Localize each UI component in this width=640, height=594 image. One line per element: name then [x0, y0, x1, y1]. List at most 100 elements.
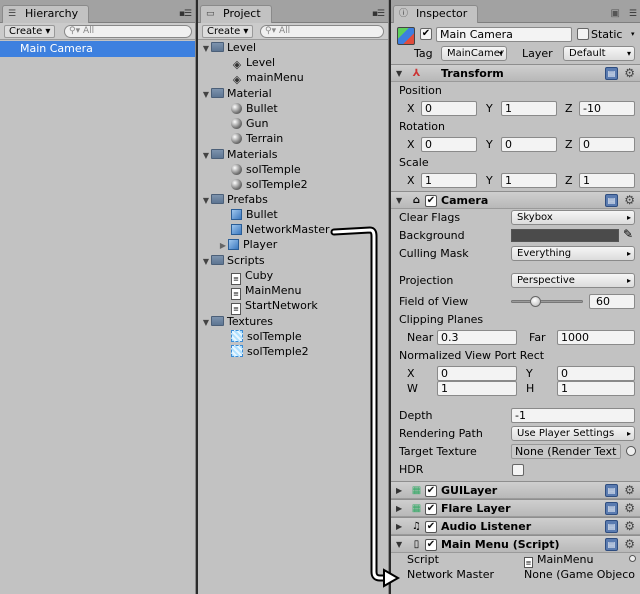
hierarchy-search-input[interactable]: ⚲▾ All — [64, 25, 192, 38]
folder-level[interactable]: ▼ Level — [198, 40, 388, 56]
near-field[interactable]: 0.3 — [437, 330, 517, 345]
folder-material[interactable]: ▼ Material — [198, 86, 388, 102]
position-y-field[interactable]: 1 — [501, 101, 557, 116]
help-book-icon[interactable]: ▤ — [605, 520, 618, 533]
scale-y-field[interactable]: 1 — [501, 173, 557, 188]
transform-header[interactable]: ▼ ⅄ Transform ▤ ⚙ — [391, 64, 640, 82]
help-book-icon[interactable]: ▤ — [605, 194, 618, 207]
list-item[interactable]: ◈ Level — [198, 55, 388, 71]
list-item[interactable]: Bullet — [198, 101, 388, 117]
list-item[interactable]: NetworkMaster — [198, 222, 388, 238]
clear-flags-dropdown[interactable]: Skybox ▸ — [511, 210, 635, 225]
tag-dropdown[interactable]: MainCamer ▾ — [441, 46, 507, 61]
fov-slider-track[interactable] — [511, 300, 583, 303]
list-item[interactable]: ◈ mainMenu — [198, 70, 388, 86]
gear-icon[interactable]: ⚙ — [624, 65, 635, 82]
list-item[interactable]: ▶ Player — [198, 237, 388, 253]
flarelayer-header[interactable]: ▶ ▦ ✔ Flare Layer ▤ ⚙ — [391, 499, 640, 517]
help-book-icon[interactable]: ▤ — [605, 502, 618, 515]
layer-dropdown[interactable]: Default ▾ — [563, 46, 635, 61]
camera-header[interactable]: ▼ ⌂ ✔ Camera ▤ ⚙ — [391, 191, 640, 209]
network-master-field[interactable]: None (Game Objeco — [524, 567, 635, 582]
guilayer-enabled-checkbox[interactable]: ✔ — [425, 485, 437, 497]
project-search-input[interactable]: ⚲▾ All — [260, 25, 384, 38]
viewport-x-field[interactable]: 0 — [437, 366, 517, 381]
foldout-arrow-icon[interactable]: ▶ — [396, 518, 402, 535]
folder-materials[interactable]: ▼ Materials — [198, 147, 388, 163]
static-dropdown-icon[interactable]: ▾ — [631, 30, 635, 38]
list-item[interactable]: ≡ MainMenu — [198, 283, 388, 300]
gear-icon[interactable]: ⚙ — [624, 500, 635, 517]
scale-x-field[interactable]: 1 — [421, 173, 477, 188]
hierarchy-create-button[interactable]: Create ▾ — [4, 25, 56, 38]
gear-icon[interactable]: ⚙ — [624, 518, 635, 535]
gear-icon[interactable]: ⚙ — [624, 192, 635, 209]
projection-dropdown[interactable]: Perspective ▸ — [511, 273, 635, 288]
rendering-path-dropdown[interactable]: Use Player Settings ▸ — [511, 426, 635, 441]
gear-icon[interactable]: ⚙ — [624, 536, 635, 553]
position-z-field[interactable]: -10 — [579, 101, 635, 116]
tab-hierarchy[interactable]: ☰ Hierarchy — [2, 5, 90, 23]
foldout-arrow-icon[interactable]: ▼ — [396, 536, 402, 553]
far-field[interactable]: 1000 — [557, 330, 635, 345]
object-picker-icon[interactable] — [629, 555, 636, 562]
eyedropper-icon[interactable]: ✎ — [623, 227, 633, 241]
viewport-h-field[interactable]: 1 — [557, 381, 635, 396]
list-item[interactable]: solTemple2 — [198, 177, 388, 193]
panel-menu-icon[interactable]: ▪☰ — [372, 9, 385, 19]
tab-inspector[interactable]: ⓘ Inspector — [393, 5, 479, 23]
camera-enabled-checkbox[interactable]: ✔ — [425, 195, 437, 207]
help-book-icon[interactable]: ▤ — [605, 484, 618, 497]
fov-slider-knob[interactable] — [529, 296, 541, 307]
folder-textures[interactable]: ▼ Textures — [198, 314, 388, 330]
object-name-input[interactable]: Main Camera — [436, 27, 572, 42]
culling-mask-dropdown[interactable]: Everything ▸ — [511, 246, 635, 261]
viewport-y-field[interactable]: 0 — [557, 366, 635, 381]
collapse-arrow-icon[interactable]: ▶ — [218, 238, 228, 254]
list-item[interactable]: Bullet — [198, 207, 388, 223]
folder-prefabs[interactable]: ▼ Prefabs — [198, 192, 388, 208]
audiolistener-enabled-checkbox[interactable]: ✔ — [425, 521, 437, 533]
depth-field[interactable]: -1 — [511, 408, 635, 423]
mainmenu-script-header[interactable]: ▼ ▯ ✔ Main Menu (Script) ▤ ⚙ — [391, 535, 640, 553]
help-book-icon[interactable]: ▤ — [605, 67, 618, 80]
list-item[interactable]: solTemple — [198, 162, 388, 178]
flarelayer-enabled-checkbox[interactable]: ✔ — [425, 503, 437, 515]
fov-field[interactable]: 60 — [589, 294, 635, 309]
background-color-swatch[interactable] — [511, 229, 619, 242]
rotation-y-field[interactable]: 0 — [501, 137, 557, 152]
audiolistener-header[interactable]: ▶ ♫ ✔ Audio Listener ▤ ⚙ — [391, 517, 640, 535]
list-item[interactable]: ≡ StartNetwork — [198, 298, 388, 315]
rotation-z-field[interactable]: 0 — [579, 137, 635, 152]
gear-icon[interactable]: ⚙ — [624, 482, 635, 499]
static-checkbox[interactable] — [577, 28, 589, 40]
scale-z-field[interactable]: 1 — [579, 173, 635, 188]
panel-menu-icon[interactable]: ☰ — [629, 9, 637, 19]
mainmenu-enabled-checkbox[interactable]: ✔ — [425, 539, 437, 551]
rotation-x-field[interactable]: 0 — [421, 137, 477, 152]
list-item[interactable]: solTemple2 — [198, 344, 388, 360]
script-reference-field[interactable]: ≡ MainMenu — [524, 552, 593, 568]
hierarchy-item-main-camera[interactable]: Main Camera — [0, 41, 195, 57]
folder-scripts[interactable]: ▼ Scripts — [198, 253, 388, 269]
list-item[interactable]: ≡ Cuby — [198, 268, 388, 285]
project-create-button[interactable]: Create ▾ — [202, 25, 254, 38]
position-x-field[interactable]: 0 — [421, 101, 477, 116]
object-picker-icon[interactable] — [626, 446, 636, 456]
tab-project[interactable]: ▭ Project — [200, 5, 272, 23]
list-item[interactable]: Terrain — [198, 131, 388, 147]
lock-icon[interactable]: ▣ — [611, 8, 620, 19]
help-book-icon[interactable]: ▤ — [605, 538, 618, 551]
target-texture-field[interactable]: None (Render Text — [511, 444, 621, 459]
hdr-checkbox[interactable] — [512, 464, 524, 476]
foldout-arrow-icon[interactable]: ▼ — [396, 65, 402, 82]
foldout-arrow-icon[interactable]: ▼ — [396, 192, 402, 209]
active-checkbox[interactable]: ✔ — [420, 28, 432, 40]
panel-menu-icon[interactable]: ▪☰ — [179, 9, 192, 19]
guilayer-header[interactable]: ▶ ▦ ✔ GUILayer ▤ ⚙ — [391, 481, 640, 499]
foldout-arrow-icon[interactable]: ▶ — [396, 500, 402, 517]
list-item[interactable]: solTemple — [198, 329, 388, 345]
list-item[interactable]: Gun — [198, 116, 388, 132]
foldout-arrow-icon[interactable]: ▶ — [396, 482, 402, 499]
viewport-w-field[interactable]: 1 — [437, 381, 517, 396]
